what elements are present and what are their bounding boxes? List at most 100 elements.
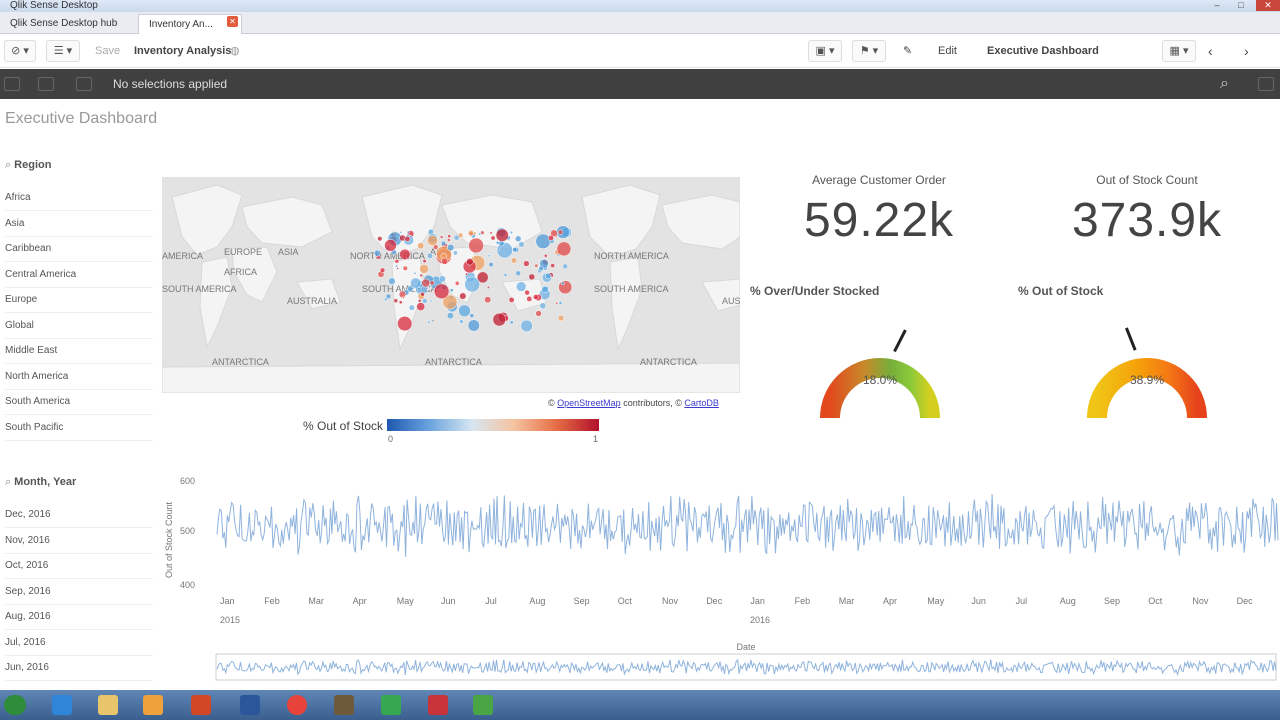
region-filter-item[interactable]: Middle East (5, 339, 153, 364)
map-marker[interactable] (535, 310, 542, 317)
map-marker[interactable] (440, 240, 447, 246)
map-marker[interactable] (562, 263, 568, 270)
map-marker[interactable] (379, 267, 386, 273)
region-filter-item[interactable]: North America (5, 365, 153, 390)
map-marker[interactable] (558, 301, 563, 305)
region-filter-title[interactable]: ⌕ Region (5, 159, 51, 172)
previous-sheet-icon[interactable]: ‹ (1208, 42, 1213, 60)
map-marker[interactable] (393, 298, 399, 303)
map-marker[interactable] (496, 247, 500, 251)
map-marker[interactable] (449, 288, 454, 293)
clear-selections-icon[interactable] (76, 77, 92, 91)
map-marker[interactable] (439, 235, 444, 239)
map-marker[interactable] (523, 260, 530, 267)
map-marker[interactable] (438, 275, 446, 283)
map-marker[interactable] (431, 319, 434, 323)
map-marker[interactable] (509, 320, 514, 325)
map-marker[interactable] (419, 273, 423, 278)
qlik-sense-icon[interactable] (381, 695, 401, 715)
series-line[interactable] (216, 493, 1279, 558)
explorer-icon[interactable] (98, 695, 118, 715)
map-marker[interactable] (512, 247, 518, 253)
map-marker[interactable] (486, 286, 490, 289)
line-chart[interactable]: Out of Stock Count 600 500 400 Date 2015… (160, 470, 1280, 690)
map-marker[interactable] (447, 238, 451, 242)
map-marker[interactable] (399, 231, 402, 234)
map-marker[interactable] (396, 267, 399, 270)
map-marker[interactable] (510, 257, 518, 264)
selection-forward-icon[interactable] (38, 77, 54, 91)
map-marker[interactable] (459, 292, 467, 300)
map-marker[interactable] (429, 299, 433, 303)
map-marker[interactable] (558, 280, 573, 295)
map-marker[interactable] (453, 234, 460, 241)
media-icon[interactable] (143, 695, 163, 715)
map-marker[interactable] (539, 302, 547, 310)
map-marker[interactable] (388, 277, 396, 285)
map-marker[interactable] (416, 302, 426, 311)
map-marker[interactable] (467, 319, 480, 332)
powerpoint-icon[interactable] (191, 695, 211, 715)
month-filter-item[interactable]: Jun, 2016 (5, 656, 153, 681)
map-marker[interactable] (402, 265, 408, 271)
sheets-icon[interactable]: ▦ ▾ (1162, 40, 1196, 62)
map-marker[interactable] (487, 254, 491, 258)
map-marker[interactable] (397, 316, 413, 332)
map-marker[interactable] (426, 252, 434, 259)
close-tab-icon[interactable]: ✕ (227, 16, 238, 27)
map-marker[interactable] (535, 233, 551, 249)
map-marker[interactable] (495, 240, 500, 245)
map-marker[interactable] (433, 283, 450, 300)
region-filter-item[interactable]: South America (5, 390, 153, 415)
map-marker[interactable] (377, 236, 383, 242)
month-filter-title[interactable]: ⌕ Month, Year (5, 476, 76, 489)
map-marker[interactable] (398, 300, 403, 305)
chrome-icon[interactable] (287, 695, 307, 715)
map-marker[interactable] (373, 249, 381, 257)
cartodb-link[interactable]: CartoDB (684, 398, 719, 408)
map-marker[interactable] (383, 297, 388, 302)
map-marker[interactable] (548, 234, 554, 241)
app-icon[interactable] (428, 695, 448, 715)
map-marker[interactable] (534, 263, 539, 268)
start-icon[interactable] (4, 695, 26, 715)
map-marker[interactable] (545, 272, 552, 280)
map-marker[interactable] (459, 319, 464, 324)
month-filter-item[interactable]: Oct, 2016 (5, 554, 153, 579)
map-marker[interactable] (543, 253, 548, 258)
map-marker[interactable] (408, 304, 415, 311)
map-marker[interactable] (399, 248, 411, 260)
map-marker[interactable] (419, 264, 429, 274)
edit-button[interactable]: Edit (938, 42, 957, 60)
map-marker[interactable] (458, 304, 471, 318)
map-marker[interactable] (417, 242, 425, 250)
map-marker[interactable] (556, 241, 572, 257)
region-filter-item[interactable]: Caribbean (5, 237, 153, 262)
selection-back-icon[interactable] (4, 77, 20, 91)
sublime-icon[interactable] (334, 695, 354, 715)
map-marker[interactable] (528, 273, 536, 281)
map-marker[interactable] (561, 281, 565, 286)
map-marker[interactable] (429, 280, 435, 286)
close-window-icon[interactable]: ✕ (1256, 0, 1280, 11)
map-marker[interactable] (446, 312, 454, 320)
map-marker[interactable] (492, 312, 507, 327)
map-marker[interactable] (469, 313, 475, 318)
map-marker[interactable] (394, 259, 400, 264)
map-marker[interactable] (532, 294, 539, 300)
map-marker[interactable] (516, 281, 527, 292)
map-marker[interactable] (452, 250, 458, 256)
map-marker[interactable] (468, 237, 484, 254)
map-marker[interactable] (422, 298, 428, 304)
map-marker[interactable] (404, 235, 411, 242)
map-marker[interactable] (422, 259, 427, 264)
pencil-icon[interactable]: ✎ (903, 42, 912, 60)
map-marker[interactable] (538, 265, 544, 272)
map-marker[interactable] (520, 319, 533, 333)
map-marker[interactable] (395, 264, 399, 268)
month-filter-item[interactable]: Jul, 2016 (5, 631, 153, 656)
map-marker[interactable] (484, 296, 492, 304)
map-marker[interactable] (447, 234, 452, 239)
map-marker[interactable] (447, 244, 455, 252)
map-marker[interactable] (515, 235, 522, 242)
